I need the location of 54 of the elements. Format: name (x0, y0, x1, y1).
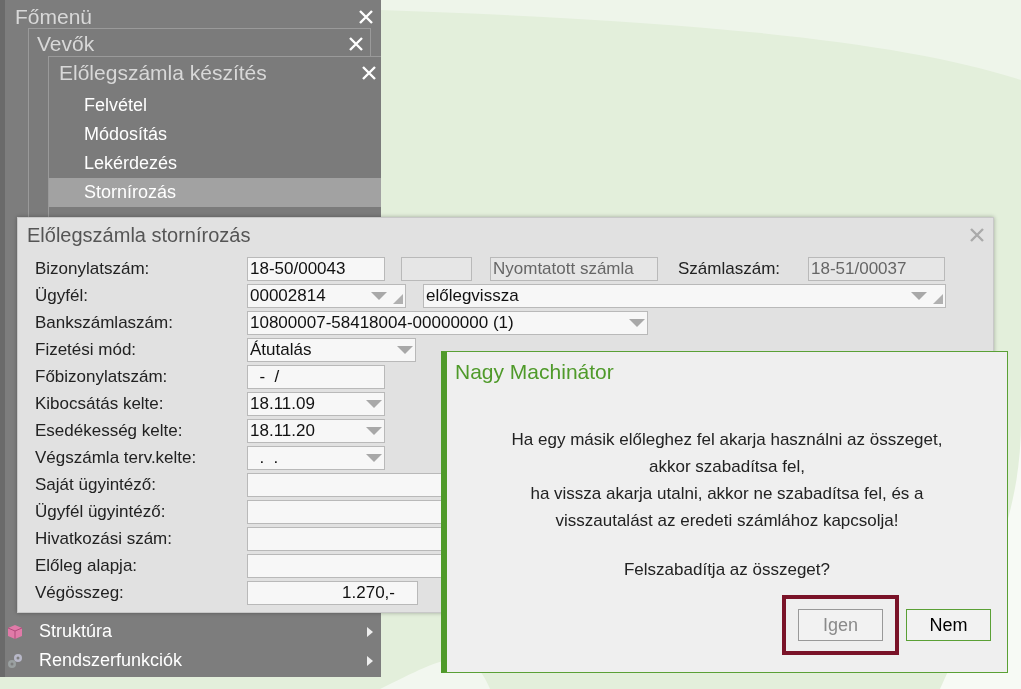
field-label: Hivatkozási szám: (35, 528, 173, 551)
menu-title: Előlegszámla készítés (59, 60, 267, 87)
field-label: Főbizonylatszám: (35, 366, 169, 389)
dropdown-field[interactable]: . . (247, 446, 385, 470)
input-field[interactable]: 18-50/00043 (247, 257, 385, 281)
dropdown-arrow-icon (366, 400, 382, 408)
dialog-message: Ha egy másik előleghez fel akarja használni az összeget, akkor szabadítsa fel, ha vissza akarja utalni, akkor ne szabadítsa fel, és a visszautalást az eredeti számlához kapcsolja! (510, 428, 944, 532)
field-label: Végszámla terv.kelte: (35, 447, 198, 470)
field-label: Számlaszám: (678, 258, 782, 281)
input-field[interactable] (401, 257, 472, 281)
dropdown-field[interactable]: Átutalás (247, 338, 416, 362)
dropdown-field[interactable]: 00002814 (247, 284, 406, 308)
field-label: Kibocsátás kelte: (35, 393, 165, 416)
menu-title: Főmenü (15, 3, 93, 30)
dropdown-field[interactable]: 18.11.09 (247, 392, 385, 416)
dropdown-field[interactable]: 10800007-58418004-00000000 (1) (247, 311, 648, 335)
dropdown-arrow-icon (911, 292, 927, 300)
input-field[interactable]: - / (247, 365, 385, 389)
dropdown-arrow-icon (397, 346, 413, 354)
field-label: Ügyfél ügyintéző: (35, 501, 167, 524)
dialog-question: Felszabadítja az összeget? (623, 558, 831, 581)
field-label: Fizetési mód: (35, 339, 138, 362)
dialog-button[interactable]: Nem (906, 609, 991, 641)
menu-item[interactable]: Felvétel (49, 91, 381, 120)
input-field[interactable]: 1.270,- (247, 581, 418, 605)
field-label: Végösszeg: (35, 582, 125, 605)
field-label: Bankszámlaszám: (35, 312, 174, 335)
dropdown-arrow-icon (371, 292, 387, 300)
menu-title: Vevők (37, 31, 95, 58)
field-label: Előleg alapja: (35, 555, 139, 578)
input-field[interactable]: 18-51/00037 (808, 257, 945, 281)
window-title: Előlegszámla stornírozás (27, 223, 251, 248)
dropdown-field[interactable]: előlegvissza (423, 284, 946, 308)
dialog-title: Nagy Machinátor (454, 359, 615, 385)
menu-item[interactable]: Módosítás (49, 120, 381, 149)
menu-item[interactable]: Rendszerfunkciók (5, 646, 381, 675)
dropdown-arrow-icon (629, 319, 645, 327)
field-label: Esedékesség kelte: (35, 420, 184, 443)
submenu-arrow-icon (367, 626, 373, 637)
field-label: Bizonylatszám: (35, 258, 151, 281)
menu-item[interactable]: Struktúra (5, 617, 381, 646)
resize-corner-icon (393, 294, 403, 304)
close-icon[interactable] (969, 227, 985, 243)
dropdown-field[interactable]: 18.11.20 (247, 419, 385, 443)
resize-corner-icon (933, 294, 943, 304)
field-label: Saját ügyintéző: (35, 474, 157, 497)
gears-icon (7, 652, 23, 669)
menu-item[interactable]: Lekérdezés (49, 149, 381, 178)
submenu-arrow-icon (367, 655, 373, 666)
dropdown-arrow-icon (366, 427, 382, 435)
dropdown-arrow-icon (366, 454, 382, 462)
field-label: Ügyfél: (35, 285, 89, 308)
input-field[interactable]: Nyomtatott számla (490, 257, 658, 281)
cube-icon (7, 623, 23, 640)
